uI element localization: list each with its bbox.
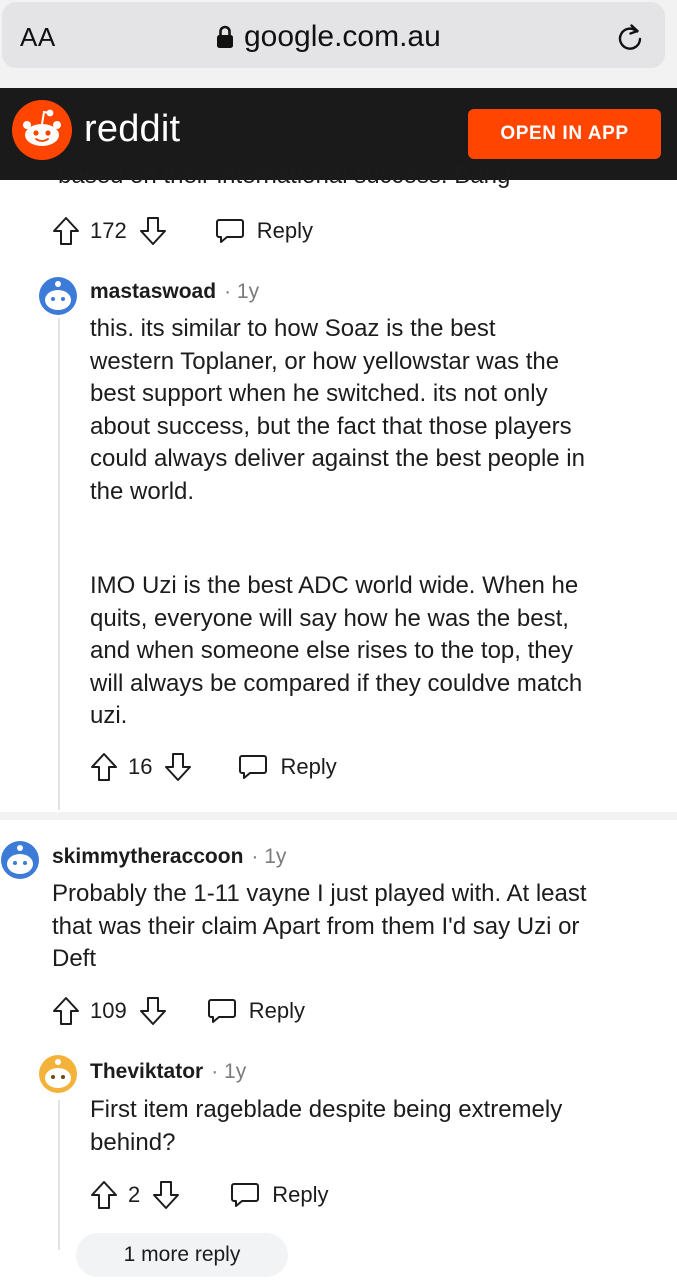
username[interactable]: skimmytheraccoon xyxy=(52,845,243,869)
comment-actions: 109 Reply xyxy=(52,996,305,1026)
comment-body: this. its similar to how Soaz is the bes… xyxy=(90,313,585,508)
comment-line: behind? xyxy=(90,1128,176,1156)
comment-line: that was their claim Apart from them I'd… xyxy=(52,912,580,940)
comment-line: First item rageblade despite being extre… xyxy=(90,1096,563,1123)
browser-toolbar: AA google.com.au xyxy=(0,0,677,88)
upvote-icon[interactable] xyxy=(52,216,80,246)
partial-comment-text: based on their international success. Ba… xyxy=(58,162,511,189)
upvote-icon[interactable] xyxy=(52,996,80,1026)
open-in-app-button[interactable]: OPEN IN APP xyxy=(468,109,661,159)
comment-body: First item rageblade despite being extre… xyxy=(90,1094,562,1159)
comment-bubble-icon xyxy=(207,997,237,1025)
downvote-icon[interactable] xyxy=(152,1180,180,1210)
comment-bubble-icon xyxy=(238,753,268,781)
reply-label: Reply xyxy=(248,998,305,1023)
comment-line: the world. xyxy=(90,477,195,505)
comment-header: skimmytheraccoon · 1y xyxy=(52,845,286,869)
vote-count: 2 xyxy=(128,1182,141,1207)
comment-line: best support when he switched. its not o… xyxy=(90,380,548,407)
url-display[interactable]: google.com.au xyxy=(216,20,441,54)
comment-header: mastaswoad · 1y xyxy=(90,280,259,304)
upvote-icon[interactable] xyxy=(90,752,118,782)
upvote-icon[interactable] xyxy=(90,1180,118,1210)
reload-icon[interactable] xyxy=(616,22,644,57)
comment-line: IMO Uzi is the best ADC world wide. When… xyxy=(90,572,579,599)
vote-count: 16 xyxy=(128,754,153,779)
text-size-button[interactable]: AA xyxy=(20,22,56,53)
comment-header: Theviktator · 1y xyxy=(90,1060,246,1084)
lock-icon xyxy=(216,25,234,49)
downvote-icon[interactable] xyxy=(164,752,192,782)
more-replies-button[interactable]: 1 more reply xyxy=(76,1233,288,1277)
comment-age: · 1y xyxy=(211,1060,247,1083)
comment-line: Probably the 1-11 vayne I just played wi… xyxy=(52,880,587,907)
comment-body: Probably the 1-11 vayne I just played wi… xyxy=(52,878,587,976)
reddit-logo-icon[interactable] xyxy=(12,100,72,165)
domain-text: google.com.au xyxy=(244,20,441,53)
reddit-wordmark: reddit xyxy=(84,108,181,150)
avatar[interactable] xyxy=(0,840,40,880)
username[interactable]: mastaswoad xyxy=(90,280,216,304)
address-bar[interactable]: AA google.com.au xyxy=(2,2,665,68)
downvote-icon[interactable] xyxy=(139,996,167,1026)
comment-line: and when someone else rises to the top, … xyxy=(90,637,573,664)
comment-bubble-icon xyxy=(215,217,245,245)
downvote-icon[interactable] xyxy=(139,216,167,246)
comment-actions: 16 Reply xyxy=(90,752,337,782)
thread-line[interactable] xyxy=(58,1100,60,1250)
reply-button[interactable]: Reply xyxy=(230,1181,329,1209)
divider xyxy=(0,812,677,820)
vote-count: 172 xyxy=(90,218,127,243)
reply-button[interactable]: Reply xyxy=(238,753,337,781)
vote-count: 109 xyxy=(90,998,127,1023)
thread-line[interactable] xyxy=(58,318,60,810)
comment-body: IMO Uzi is the best ADC world wide. When… xyxy=(90,570,582,733)
comment-actions: 172 Reply xyxy=(52,216,313,246)
comment-line: western Toplaner, or how yellowstar was … xyxy=(90,347,560,375)
reply-button[interactable]: Reply xyxy=(215,217,313,245)
comment-line: could always deliver against the best pe… xyxy=(90,445,585,472)
reply-label: Reply xyxy=(280,754,337,779)
comment-age: · 1y xyxy=(251,845,287,868)
reply-label: Reply xyxy=(272,1182,329,1207)
comment-age: · 1y xyxy=(224,280,260,303)
comment-line: Deft xyxy=(52,945,97,972)
comment-line: uzi. xyxy=(90,702,128,729)
comment-thread: 172 Reply mastaswoad · 1y this. its simi… xyxy=(0,180,677,1280)
avatar[interactable] xyxy=(38,276,78,316)
username[interactable]: Theviktator xyxy=(90,1060,203,1084)
comment-line: this. its similar to how Soaz is the bes… xyxy=(90,315,496,342)
reply-label: Reply xyxy=(256,218,313,243)
comment-line: quits, everyone will say how he was the … xyxy=(90,604,569,632)
comment-bubble-icon xyxy=(230,1181,260,1209)
comment-line: will always be compared if they couldve … xyxy=(90,669,583,697)
comment-actions: 2 Reply xyxy=(90,1180,329,1210)
avatar[interactable] xyxy=(38,1054,78,1094)
reply-button[interactable]: Reply xyxy=(207,997,305,1025)
comment-line: about success, but the fact that those p… xyxy=(90,412,572,440)
